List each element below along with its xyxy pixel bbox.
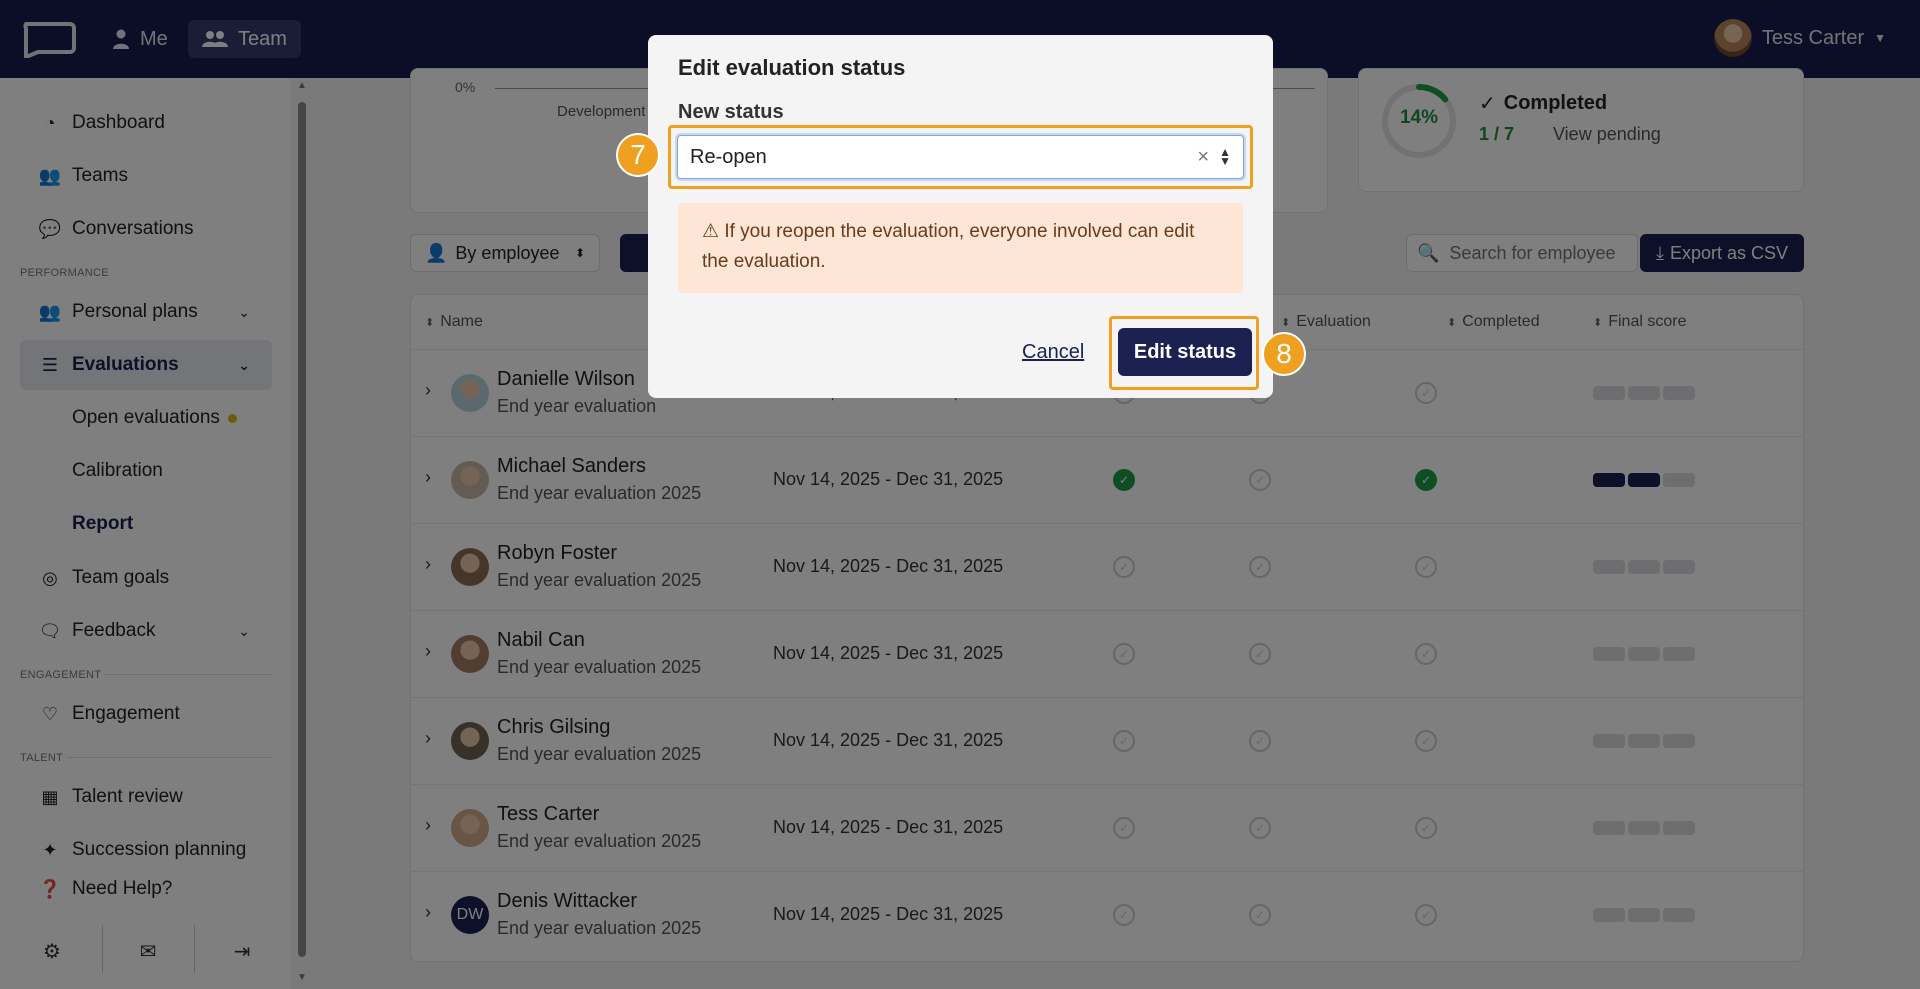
highlight-frame: Edit status — [1109, 316, 1259, 390]
warning-icon: ⚠ — [702, 221, 720, 242]
step-badge-8: 8 — [1262, 332, 1306, 376]
selected-value: Re-open — [690, 145, 767, 168]
warning-text: If you reopen the evaluation, everyone i… — [702, 221, 1195, 272]
sort-arrows-icon: ▲ ▼ — [1219, 145, 1231, 168]
clear-icon[interactable]: × — [1197, 146, 1209, 169]
edit-status-modal: Edit evaluation status New status Re-ope… — [648, 35, 1273, 398]
step-badge-7: 7 — [616, 133, 660, 177]
highlight-frame: Re-open × ▲ ▼ — [668, 125, 1253, 189]
modal-title: Edit evaluation status — [678, 55, 906, 80]
cancel-button[interactable]: Cancel — [1022, 341, 1084, 364]
field-label: New status — [678, 101, 784, 123]
edit-status-button[interactable]: Edit status — [1118, 328, 1252, 376]
status-select[interactable]: Re-open × ▲ ▼ — [677, 135, 1244, 179]
warning-message: ⚠ If you reopen the evaluation, everyone… — [678, 203, 1243, 293]
